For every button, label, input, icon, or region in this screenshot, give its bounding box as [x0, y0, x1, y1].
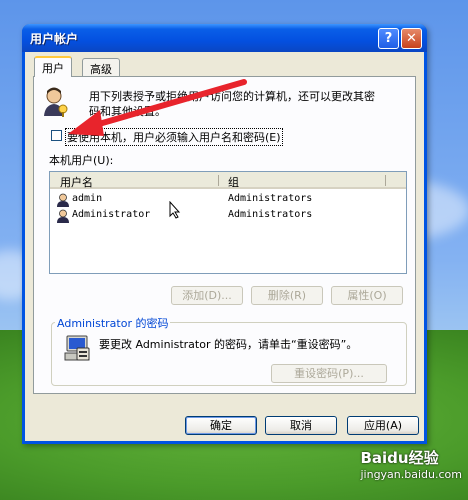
table-row[interactable]: Administrator Administrators	[54, 208, 406, 224]
tab-advanced-label: 高级	[90, 63, 112, 76]
ok-button[interactable]: 确定	[185, 416, 257, 435]
title-bar[interactable]: 用户帐户 ? ✕	[22, 24, 427, 52]
require-password-label[interactable]: 要使用本机，用户必须输入用户名和密码(E)	[65, 128, 283, 146]
tab-users[interactable]: 用户	[34, 56, 72, 77]
add-user-button[interactable]: 添加(D)...	[171, 286, 243, 305]
column-header-username[interactable]: 用户名	[60, 174, 93, 190]
apply-button[interactable]: 应用(A)	[347, 416, 419, 435]
row-username: admin	[72, 193, 103, 204]
mouse-cursor-icon	[169, 201, 181, 219]
intro-text-line1: 用下列表授予或拒绝用户访问您的计算机，还可以更改其密	[89, 90, 375, 103]
computer-icon	[64, 335, 90, 361]
column-separator	[218, 175, 219, 186]
users-list-label: 本机用户(U):	[49, 154, 114, 167]
password-group-title: Administrator 的密码	[55, 315, 171, 331]
cancel-button[interactable]: 取消	[265, 416, 337, 435]
remove-user-button[interactable]: 删除(R)	[251, 286, 323, 305]
window-title: 用户帐户	[30, 32, 79, 46]
row-group: Administrators	[228, 209, 313, 220]
user-icon	[57, 193, 69, 207]
require-password-checkbox[interactable]	[51, 130, 62, 141]
users-icon	[44, 87, 68, 117]
row-username: Administrator	[72, 209, 151, 220]
watermark-brand: Baidu经验	[360, 449, 439, 467]
column-separator	[385, 175, 386, 186]
users-list[interactable]: 用户名 组 admin Administrators Administrator…	[49, 171, 407, 274]
users-list-header: 用户名 组	[50, 172, 406, 189]
column-header-group[interactable]: 组	[228, 174, 239, 190]
properties-button[interactable]: 属性(O)	[331, 286, 403, 305]
intro-text-line2: 码和其他设置。	[89, 105, 166, 118]
watermark-url: jingyan.baidu.com	[360, 468, 462, 481]
user-accounts-dialog: 用户帐户 ? ✕ 用户 高级 用下列表授予或拒绝用户访问您的计算机，还可以更改其…	[22, 24, 427, 444]
tab-advanced[interactable]: 高级	[82, 58, 120, 76]
row-group: Administrators	[228, 193, 313, 204]
close-button[interactable]: ✕	[401, 28, 422, 49]
password-group-text: 要更改 Administrator 的密码，请单击“重设密码”。	[99, 338, 358, 351]
help-button[interactable]: ?	[378, 28, 399, 49]
table-row[interactable]: admin Administrators	[54, 192, 406, 208]
reset-password-button[interactable]: 重设密码(P)...	[271, 364, 387, 383]
watermark: Baidu经验 jingyan.baidu.com	[360, 447, 462, 481]
user-icon	[57, 209, 69, 223]
tab-users-label: 用户	[42, 62, 64, 75]
